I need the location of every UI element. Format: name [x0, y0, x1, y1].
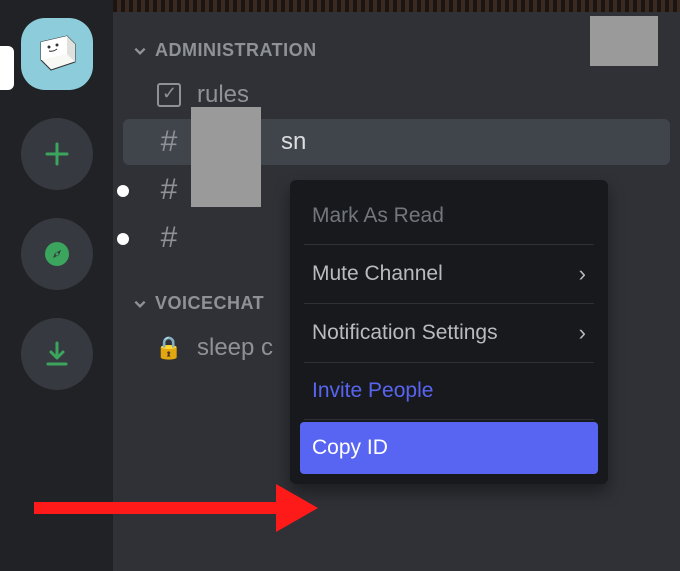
chevron-down-icon — [133, 297, 147, 311]
plus-icon — [42, 139, 72, 169]
category-label: VOICECHAT — [155, 293, 264, 314]
channel-context-menu: Mark As Read Mute Channel › Notification… — [290, 180, 608, 484]
menu-separator — [304, 244, 594, 245]
server-icon-active[interactable] — [21, 18, 93, 90]
unread-dot — [117, 185, 129, 197]
menu-copy-id[interactable]: Copy ID — [300, 422, 598, 474]
add-server-button[interactable] — [21, 118, 93, 190]
menu-separator — [304, 362, 594, 363]
download-icon — [42, 339, 72, 369]
menu-notification-settings[interactable]: Notification Settings › — [300, 306, 598, 360]
explore-servers-button[interactable] — [21, 218, 93, 290]
hash-icon: # — [155, 128, 183, 156]
keycap-icon — [35, 34, 79, 74]
download-apps-button[interactable] — [21, 318, 93, 390]
unread-dot — [117, 233, 129, 245]
server-banner-strip — [113, 0, 680, 12]
chevron-right-icon: › — [579, 320, 586, 346]
channel-label: sleep c — [197, 334, 273, 362]
category-label: ADMINISTRATION — [155, 40, 317, 61]
compass-icon — [42, 239, 72, 269]
chevron-down-icon — [133, 44, 147, 58]
menu-invite-people[interactable]: Invite People — [300, 365, 598, 417]
menu-label: Notification Settings — [312, 321, 498, 345]
menu-label: Mute Channel — [312, 262, 443, 286]
channel-label: rules — [197, 81, 249, 109]
rules-icon — [155, 81, 183, 109]
menu-label: Mark As Read — [312, 204, 444, 228]
menu-separator — [304, 303, 594, 304]
menu-mute-channel[interactable]: Mute Channel › — [300, 247, 598, 301]
chevron-right-icon: › — [579, 261, 586, 287]
annotation-arrow — [30, 448, 320, 538]
menu-mark-as-read[interactable]: Mark As Read — [300, 190, 598, 242]
redacted-region — [590, 16, 658, 66]
menu-separator — [304, 419, 594, 420]
channel-selected[interactable]: # sn — [123, 119, 670, 165]
hash-icon: # — [155, 176, 183, 204]
lock-icon: 🔒 — [155, 334, 183, 362]
server-selection-pill — [0, 46, 14, 90]
channel-label: sn — [281, 128, 306, 156]
menu-label: Invite People — [312, 379, 433, 403]
hash-icon: # — [155, 224, 183, 252]
menu-label: Copy ID — [312, 436, 388, 460]
